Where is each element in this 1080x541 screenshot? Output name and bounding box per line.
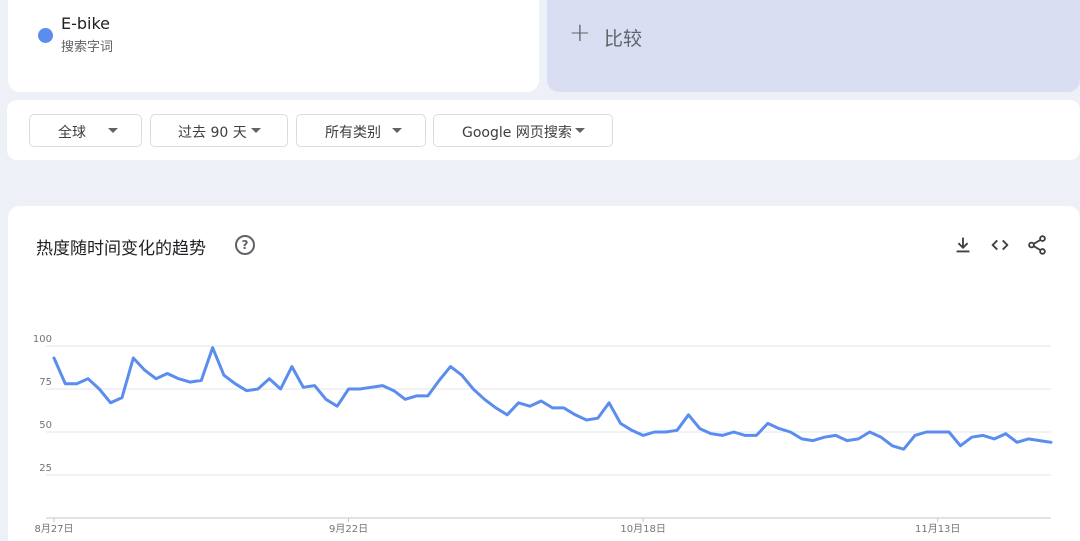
x-tick-label: 10月18日 — [620, 523, 665, 535]
source-filter-label: Google 网页搜索 — [462, 125, 572, 141]
region-filter[interactable]: 全球 — [29, 114, 142, 147]
x-tick-label: 9月22日 — [329, 523, 368, 535]
y-tick-label: 75 — [39, 377, 52, 388]
x-tick-label: 8月27日 — [34, 523, 73, 535]
y-tick-label: 25 — [39, 463, 52, 474]
series-line-e-bike[interactable] — [52, 346, 1053, 451]
chevron-down-icon — [251, 128, 261, 133]
term-color-dot — [38, 28, 53, 43]
trend-line-chart: 25 50 75 100 8月27日 9月22日 10月18日 11月13日 — [33, 334, 1053, 535]
chevron-down-icon — [392, 128, 402, 133]
chevron-down-icon — [575, 128, 585, 133]
compare-label: 比较 — [604, 28, 643, 50]
term-name: E-bike — [61, 14, 111, 33]
y-tick-label: 50 — [39, 420, 52, 431]
chevron-down-icon — [108, 128, 118, 133]
term-type: 搜索字词 — [61, 40, 114, 55]
compare-button[interactable]: + 比较 — [547, 0, 1080, 92]
category-filter[interactable]: 所有类别 — [296, 114, 426, 147]
x-tick-label: 11月13日 — [915, 523, 960, 535]
time-filter-label: 过去 90 天 — [178, 125, 247, 141]
time-filter[interactable]: 过去 90 天 — [150, 114, 288, 147]
filter-bar: 全球 过去 90 天 所有类别 Google 网页搜索 — [7, 100, 1080, 160]
category-filter-label: 所有类别 — [325, 125, 381, 141]
region-filter-label: 全球 — [58, 125, 86, 141]
plus-icon: + — [569, 18, 591, 48]
y-tick-label: 100 — [33, 334, 52, 345]
search-term-card[interactable]: E-bike 搜索字词 — [8, 0, 539, 92]
source-filter[interactable]: Google 网页搜索 — [433, 114, 613, 147]
interest-over-time-card: 热度随时间变化的趋势 ? 25 50 75 100 8月27日 9月22日 10月18日 11… — [8, 206, 1080, 541]
